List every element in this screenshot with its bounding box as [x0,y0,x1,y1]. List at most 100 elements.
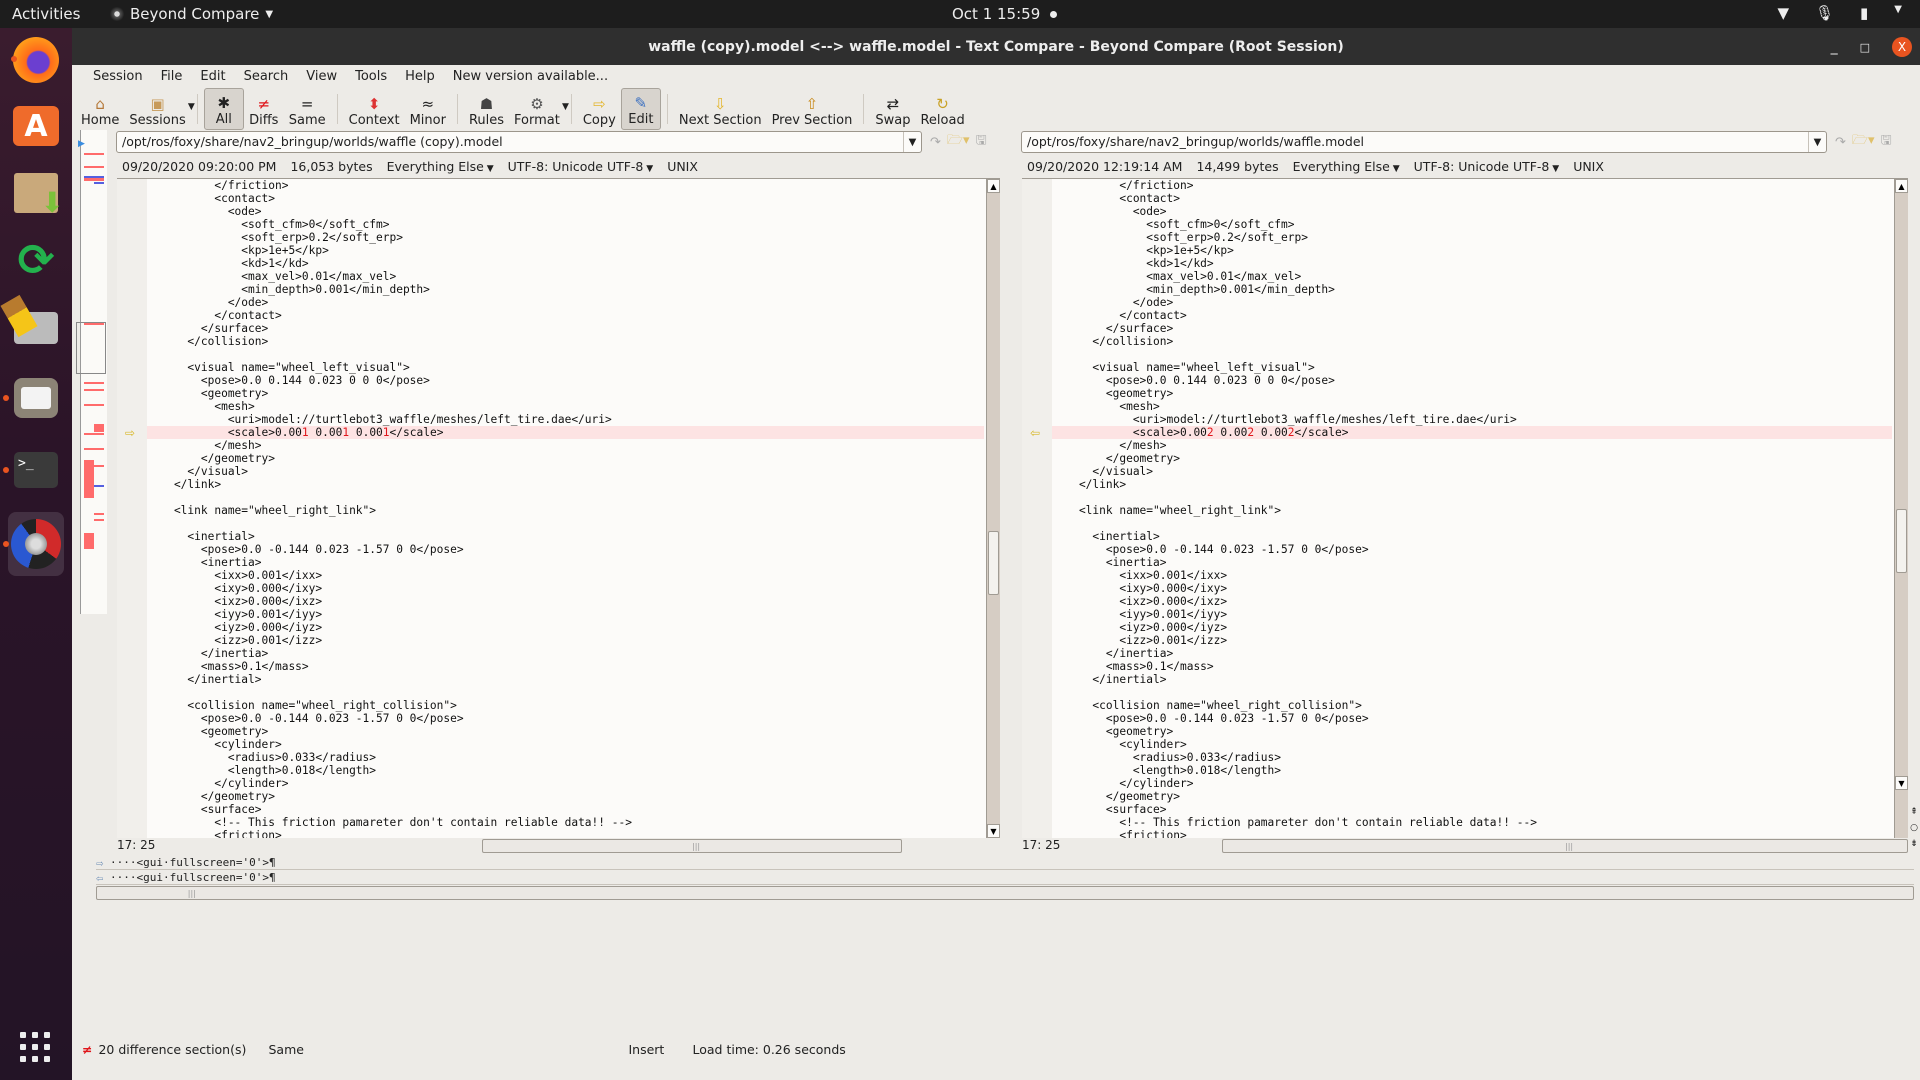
code-line[interactable]: <pose>0.0 -0.144 0.023 -1.57 0 0</pose> [1052,543,1892,556]
code-line[interactable]: <cylinder> [147,738,984,751]
code-line[interactable]: <pose>0.0 -0.144 0.023 -1.57 0 0</pose> [1052,712,1892,725]
minor-button[interactable]: ≈ Minor [405,88,451,130]
code-line[interactable]: <!-- This friction pamareter don't conta… [147,816,984,829]
code-line[interactable]: <pose>0.0 -0.144 0.023 -1.57 0 0</pose> [147,712,984,725]
code-line[interactable]: <inertial> [147,530,984,543]
menu-session[interactable]: Session [84,69,152,84]
code-line[interactable]: <contact> [147,192,984,205]
activities-button[interactable]: Activities [12,5,80,23]
code-line[interactable]: <min_depth>0.001</min_depth> [1052,283,1892,296]
show-apps-icon[interactable] [20,1032,50,1062]
code-line[interactable]: <ode> [147,205,984,218]
open-folder-icon[interactable]: 🗁▾ [947,131,970,153]
right-vertical-scrollbar[interactable]: ▲ ▼ [1894,179,1908,838]
code-line[interactable]: <soft_cfm>0</soft_cfm> [1052,218,1892,231]
minimize-button[interactable]: _ [1831,39,1838,55]
code-line[interactable]: <uri>model://turtlebot3_waffle/meshes/le… [147,413,984,426]
left-code[interactable]: </friction> <contact> <ode> <soft_cfm>0<… [147,179,984,838]
code-line[interactable]: <friction> [1052,829,1892,838]
swap-sides-icon[interactable]: ↷ [1835,135,1846,150]
code-line[interactable]: <iyz>0.000</iyz> [1052,621,1892,634]
code-line[interactable] [1052,491,1892,504]
code-line[interactable]: <contact> [1052,192,1892,205]
code-line[interactable]: <mesh> [1052,400,1892,413]
format-button[interactable]: ⚙ Format ▼ [509,88,569,130]
code-line[interactable]: <izz>0.001</izz> [147,634,984,647]
scroll-thumb[interactable] [1896,509,1907,573]
scroll-up-button[interactable]: ▲ [1895,179,1908,193]
chevron-down-icon[interactable]: ▼ [562,102,569,112]
save-icon[interactable]: 🖫 [1881,131,1892,153]
home-button[interactable]: ⌂ Home [76,88,124,130]
scroll-down-button[interactable]: ▼ [987,824,1000,838]
left-format-select[interactable]: Everything Else [387,159,494,174]
code-line[interactable]: <geometry> [147,387,984,400]
code-line[interactable] [1052,686,1892,699]
code-line[interactable]: <ixz>0.000</ixz> [147,595,984,608]
menu-view[interactable]: View [297,69,346,84]
diff-line[interactable]: <scale>0.001 0.001 0.001</scale> [147,426,984,439]
left-path-input[interactable]: /opt/ros/foxy/share/nav2_bringup/worlds/… [116,131,922,153]
code-line[interactable]: </mesh> [147,439,984,452]
right-code[interactable]: </friction> <contact> <ode> <soft_cfm>0<… [1052,179,1892,838]
code-line[interactable]: <!-- This friction pamareter don't conta… [1052,816,1892,829]
code-line[interactable]: </geometry> [1052,452,1892,465]
code-line[interactable]: </contact> [147,309,984,322]
right-text-pane[interactable]: </friction> <contact> <ode> <soft_cfm>0<… [1022,178,1908,838]
code-line[interactable] [147,491,984,504]
code-line[interactable]: </mesh> [1052,439,1892,452]
code-line[interactable]: <cylinder> [1052,738,1892,751]
system-tray[interactable]: ▼ 🎙 ▮ ▼ [1777,4,1902,22]
prev-section-button[interactable]: ⇧ Prev Section [767,88,858,130]
left-vertical-scrollbar[interactable]: ▲ ▼ [986,179,1000,838]
new-version-link[interactable]: New version available... [444,69,617,84]
diff-line[interactable]: <scale>0.002 0.002 0.002</scale> [1052,426,1892,439]
overview-viewport[interactable] [76,322,106,374]
copy-button[interactable]: ⇨ Copy [578,88,621,130]
code-line[interactable]: </friction> [147,179,984,192]
code-line[interactable]: <ode> [1052,205,1892,218]
left-line-endings[interactable]: UNIX [667,159,698,174]
chevron-down-icon[interactable]: ▼ [903,132,921,152]
line-detail-scrollbar[interactable]: ||| [96,886,1914,900]
code-line[interactable]: </surface> [147,322,984,335]
scroll-down-button[interactable]: ▼ [1895,776,1908,790]
code-line[interactable]: </inertia> [1052,647,1892,660]
show-all-button[interactable]: ✱ All [203,88,244,130]
menu-tools[interactable]: Tools [346,69,396,84]
code-line[interactable]: </geometry> [147,790,984,803]
code-line[interactable]: <surface> [147,803,984,816]
code-line[interactable]: <friction> [147,829,984,838]
code-line[interactable]: <inertia> [1052,556,1892,569]
code-line[interactable]: <link name="wheel_right_link"> [1052,504,1892,517]
code-line[interactable]: <ixy>0.000</ixy> [147,582,984,595]
right-path-input[interactable]: /opt/ros/foxy/share/nav2_bringup/worlds/… [1021,131,1827,153]
code-line[interactable]: <length>0.018</length> [1052,764,1892,777]
code-line[interactable]: <iyy>0.001</iyy> [147,608,984,621]
code-line[interactable]: </visual> [1052,465,1892,478]
menu-search[interactable]: Search [235,69,298,84]
code-line[interactable]: </visual> [147,465,984,478]
swap-button[interactable]: ⇄ Swap [870,88,915,130]
code-line[interactable]: </ode> [147,296,984,309]
scroll-thumb[interactable] [988,531,999,595]
left-horizontal-scrollbar[interactable]: ||| [482,839,902,853]
code-line[interactable]: <izz>0.001</izz> [1052,634,1892,647]
dock-item-software-updater[interactable]: ⟳ [8,232,64,288]
code-line[interactable]: <visual name="wheel_left_visual"> [147,361,984,374]
chevron-down-icon[interactable]: ▼ [188,102,195,112]
swap-sides-icon[interactable]: ↷ [930,135,941,150]
code-line[interactable]: </collision> [147,335,984,348]
code-line[interactable]: <link name="wheel_right_link"> [147,504,984,517]
copy-to-right-icon[interactable]: ⇨ [125,426,135,440]
show-same-button[interactable]: = Same [284,88,331,130]
app-menu[interactable]: Beyond Compare ▼ [110,5,273,23]
maximize-button[interactable]: □ [1860,41,1870,54]
code-line[interactable]: </friction> [1052,179,1892,192]
chevron-down-icon[interactable]: ▼ [1808,132,1826,152]
code-line[interactable]: <surface> [1052,803,1892,816]
code-line[interactable]: </cylinder> [147,777,984,790]
open-folder-icon[interactable]: 🗁▾ [1852,131,1875,153]
next-section-button[interactable]: ⇩ Next Section [674,88,767,130]
right-encoding-select[interactable]: UTF-8: Unicode UTF-8 [1414,159,1560,174]
